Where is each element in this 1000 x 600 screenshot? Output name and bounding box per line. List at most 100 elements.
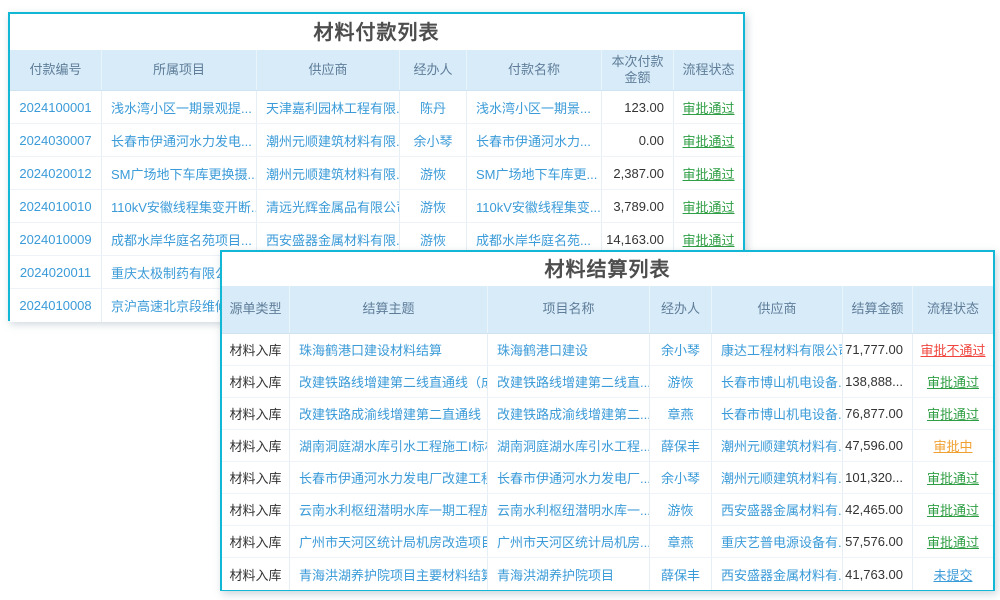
cell-text: 47,596.00 (843, 430, 913, 461)
cell-link[interactable]: 2024030007 (10, 124, 102, 156)
cell-link[interactable]: 陈丹 (400, 91, 467, 123)
material-settlement-list-window: 材料结算列表 源单类型结算主题项目名称经办人供应商结算金额流程状态 材料入库珠海… (220, 250, 995, 591)
cell-text: 材料入库 (222, 494, 290, 525)
cell-link[interactable]: 青海洪湖养护院项目主要材料结算 (290, 558, 488, 590)
cell-link[interactable]: 清远光辉金属品有限公司 (257, 190, 400, 222)
column-header: 经办人 (400, 50, 467, 90)
cell-text: 57,576.00 (843, 526, 913, 557)
status-link[interactable]: 审批不通过 (913, 334, 993, 365)
cell-link[interactable]: 潮州元顺建筑材料有... (712, 430, 843, 461)
cell-link[interactable]: 长春市伊通河水力发电厂改建工程... (290, 462, 488, 493)
cell-link[interactable]: 长春市博山机电设备... (712, 398, 843, 429)
cell-link[interactable]: 游恢 (650, 366, 712, 397)
table-row: 材料入库改建铁路线增建第二线直通线（成...改建铁路线增建第二线直...游恢长春… (222, 366, 993, 398)
cell-link[interactable]: 青海洪湖养护院项目 (488, 558, 650, 590)
cell-link[interactable]: 薛保丰 (650, 430, 712, 461)
cell-text: 材料入库 (222, 430, 290, 461)
cell-link[interactable]: 2024020012 (10, 157, 102, 189)
table-row: 2024100001浅水湾小区一期景观提...天津嘉利园林工程有限...陈丹浅水… (10, 91, 743, 124)
cell-link[interactable]: 广州市天河区统计局机房... (488, 526, 650, 557)
status-link[interactable]: 未提交 (913, 558, 993, 590)
cell-link[interactable]: SM广场地下车库更... (467, 157, 602, 189)
cell-text: 材料入库 (222, 526, 290, 557)
table-row: 材料入库青海洪湖养护院项目主要材料结算青海洪湖养护院项目薛保丰西安盛器金属材料有… (222, 558, 993, 590)
cell-link[interactable]: 广州市天河区统计局机房改造项目... (290, 526, 488, 557)
cell-link[interactable]: 湖南洞庭湖水库引水工程施工I标材... (290, 430, 488, 461)
column-header: 付款编号 (10, 50, 102, 90)
cell-link[interactable]: 章燕 (650, 526, 712, 557)
cell-text: 42,465.00 (843, 494, 913, 525)
column-header: 经办人 (650, 286, 712, 333)
status-link[interactable]: 审批通过 (674, 190, 743, 222)
cell-link[interactable]: 改建铁路成渝线增建第二直通线（... (290, 398, 488, 429)
status-link[interactable]: 审批通过 (913, 526, 993, 557)
cell-link[interactable]: 2024010008 (10, 289, 102, 322)
cell-link[interactable]: 重庆艺普电源设备有... (712, 526, 843, 557)
cell-link[interactable]: 2024010009 (10, 223, 102, 255)
cell-link[interactable]: 2024010010 (10, 190, 102, 222)
cell-link[interactable]: 浅水湾小区一期景... (467, 91, 602, 123)
table-row: 2024010010110kV安徽线程集变开断...清远光辉金属品有限公司游恢1… (10, 190, 743, 223)
status-link[interactable]: 审批通过 (674, 157, 743, 189)
status-link[interactable]: 审批通过 (913, 462, 993, 493)
cell-link[interactable]: 110kV安徽线程集变... (467, 190, 602, 222)
cell-link[interactable]: 110kV安徽线程集变开断... (102, 190, 257, 222)
table-row: 2024020012SM广场地下车库更换摄...潮州元顺建筑材料有限...游恢S… (10, 157, 743, 190)
cell-link[interactable]: 潮州元顺建筑材料有限... (257, 124, 400, 156)
cell-text: 101,320... (843, 462, 913, 493)
cell-link[interactable]: 长春市伊通河水力发电... (102, 124, 257, 156)
cell-text: 材料入库 (222, 366, 290, 397)
cell-link[interactable]: 珠海鹤港口建设 (488, 334, 650, 365)
table-row: 材料入库湖南洞庭湖水库引水工程施工I标材...湖南洞庭湖水库引水工程...薛保丰… (222, 430, 993, 462)
cell-link[interactable]: 长春市博山机电设备... (712, 366, 843, 397)
table-row: 2024030007长春市伊通河水力发电...潮州元顺建筑材料有限...余小琴长… (10, 124, 743, 157)
settlement-table-body: 材料入库珠海鹤港口建设材料结算珠海鹤港口建设余小琴康达工程材料有限公司71,77… (222, 334, 993, 590)
table-row: 材料入库广州市天河区统计局机房改造项目...广州市天河区统计局机房...章燕重庆… (222, 526, 993, 558)
cell-link[interactable]: 游恢 (400, 190, 467, 222)
cell-link[interactable]: 潮州元顺建筑材料有... (712, 462, 843, 493)
cell-text: 材料入库 (222, 398, 290, 429)
cell-link[interactable]: 长春市伊通河水力发电厂... (488, 462, 650, 493)
cell-link[interactable]: 珠海鹤港口建设材料结算 (290, 334, 488, 365)
cell-link[interactable]: 湖南洞庭湖水库引水工程... (488, 430, 650, 461)
column-header: 供应商 (712, 286, 843, 333)
cell-link[interactable]: 薛保丰 (650, 558, 712, 590)
cell-link[interactable]: 游恢 (650, 494, 712, 525)
cell-link[interactable]: 余小琴 (650, 334, 712, 365)
cell-link[interactable]: 天津嘉利园林工程有限... (257, 91, 400, 123)
cell-link[interactable]: 改建铁路线增建第二线直通线（成... (290, 366, 488, 397)
cell-link[interactable]: 改建铁路成渝线增建第二... (488, 398, 650, 429)
cell-link[interactable]: 章燕 (650, 398, 712, 429)
cell-link[interactable]: 余小琴 (400, 124, 467, 156)
cell-link[interactable]: 西安盛器金属材料有... (712, 494, 843, 525)
column-header: 源单类型 (222, 286, 290, 333)
cell-link[interactable]: 西安盛器金属材料有... (712, 558, 843, 590)
cell-link[interactable]: 潮州元顺建筑材料有限... (257, 157, 400, 189)
cell-link[interactable]: 改建铁路线增建第二线直... (488, 366, 650, 397)
status-link[interactable]: 审批通过 (913, 494, 993, 525)
cell-text: 3,789.00 (602, 190, 674, 222)
cell-text: 71,777.00 (843, 334, 913, 365)
cell-link[interactable]: SM广场地下车库更换摄... (102, 157, 257, 189)
cell-link[interactable]: 浅水湾小区一期景观提... (102, 91, 257, 123)
cell-link[interactable]: 2024020011 (10, 256, 102, 288)
status-link[interactable]: 审批通过 (674, 124, 743, 156)
status-link[interactable]: 审批通过 (674, 91, 743, 123)
cell-text: 123.00 (602, 91, 674, 123)
status-link[interactable]: 审批通过 (913, 398, 993, 429)
status-link[interactable]: 审批中 (913, 430, 993, 461)
cell-link[interactable]: 长春市伊通河水力... (467, 124, 602, 156)
cell-link[interactable]: 余小琴 (650, 462, 712, 493)
column-header: 供应商 (257, 50, 400, 90)
cell-link[interactable]: 康达工程材料有限公司 (712, 334, 843, 365)
column-header: 项目名称 (488, 286, 650, 333)
cell-link[interactable]: 游恢 (400, 157, 467, 189)
settlement-table-title: 材料结算列表 (222, 252, 993, 286)
cell-link[interactable]: 2024100001 (10, 91, 102, 123)
cell-link[interactable]: 云南水利枢纽潜明水库一期工程施... (290, 494, 488, 525)
status-link[interactable]: 审批通过 (913, 366, 993, 397)
table-row: 材料入库长春市伊通河水力发电厂改建工程...长春市伊通河水力发电厂...余小琴潮… (222, 462, 993, 494)
cell-link[interactable]: 云南水利枢纽潜明水库一... (488, 494, 650, 525)
column-header: 流程状态 (913, 286, 993, 333)
cell-text: 2,387.00 (602, 157, 674, 189)
